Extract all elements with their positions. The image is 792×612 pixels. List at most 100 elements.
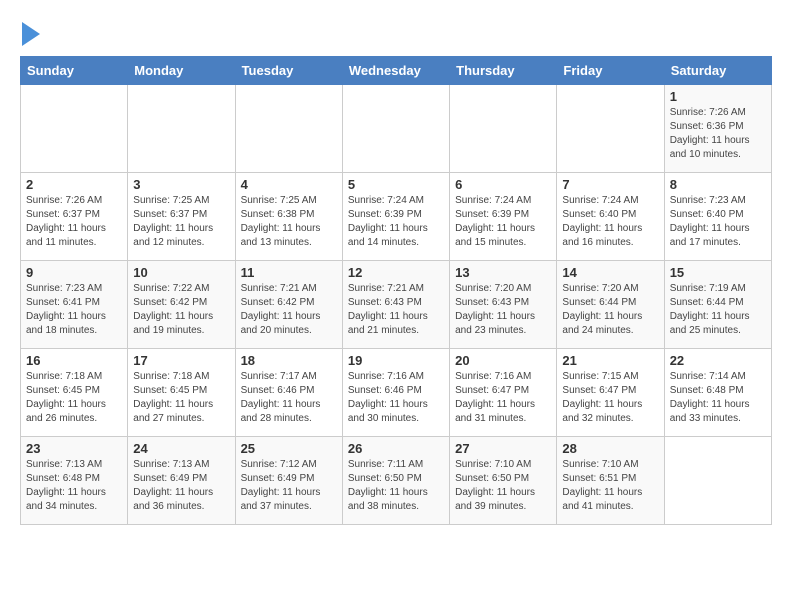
day-cell: 22 Sunrise: 7:14 AM Sunset: 6:48 PM Dayli… [664, 349, 771, 437]
weekday-header-wednesday: Wednesday [342, 57, 449, 85]
day-number: 26 [348, 441, 444, 456]
day-info: Sunrise: 7:20 AM Sunset: 6:44 PM Dayligh… [562, 282, 658, 338]
day-info: Sunrise: 7:17 AM Sunset: 6:46 PM Dayligh… [241, 370, 337, 426]
calendar-table: SundayMondayTuesdayWednesdayThursdayFrid… [20, 56, 772, 525]
day-number: 25 [241, 441, 337, 456]
day-cell [450, 85, 557, 173]
day-cell: 7 Sunrise: 7:24 AM Sunset: 6:40 PM Daylig… [557, 173, 664, 261]
day-info: Sunrise: 7:23 AM Sunset: 6:40 PM Dayligh… [670, 194, 766, 250]
weekday-header-friday: Friday [557, 57, 664, 85]
day-cell: 8 Sunrise: 7:23 AM Sunset: 6:40 PM Daylig… [664, 173, 771, 261]
day-number: 27 [455, 441, 551, 456]
day-cell: 17 Sunrise: 7:18 AM Sunset: 6:45 PM Dayli… [128, 349, 235, 437]
day-number: 14 [562, 265, 658, 280]
logo-arrow-icon [22, 22, 40, 46]
day-cell: 14 Sunrise: 7:20 AM Sunset: 6:44 PM Dayli… [557, 261, 664, 349]
day-number: 4 [241, 177, 337, 192]
day-cell: 15Sunrise: 7:19 AM Sunset: 6:44 PM Dayli… [664, 261, 771, 349]
day-number: 28 [562, 441, 658, 456]
day-number: 17 [133, 353, 229, 368]
day-cell [557, 85, 664, 173]
day-cell: 28 Sunrise: 7:10 AM Sunset: 6:51 PM Dayli… [557, 437, 664, 525]
day-number: 20 [455, 353, 551, 368]
weekday-header-saturday: Saturday [664, 57, 771, 85]
day-info: Sunrise: 7:18 AM Sunset: 6:45 PM Dayligh… [133, 370, 229, 426]
day-info: Sunrise: 7:20 AM Sunset: 6:43 PM Dayligh… [455, 282, 551, 338]
day-number: 23 [26, 441, 122, 456]
day-cell: 21 Sunrise: 7:15 AM Sunset: 6:47 PM Dayli… [557, 349, 664, 437]
weekday-header-thursday: Thursday [450, 57, 557, 85]
day-info: Sunrise: 7:24 AM Sunset: 6:39 PM Dayligh… [348, 194, 444, 250]
day-cell: 6 Sunrise: 7:24 AM Sunset: 6:39 PM Daylig… [450, 173, 557, 261]
day-cell: 4 Sunrise: 7:25 AM Sunset: 6:38 PM Daylig… [235, 173, 342, 261]
day-info: Sunrise: 7:26 AM Sunset: 6:36 PM Dayligh… [670, 106, 766, 162]
day-cell: 18Sunrise: 7:17 AM Sunset: 6:46 PM Dayli… [235, 349, 342, 437]
day-cell: 26 Sunrise: 7:11 AM Sunset: 6:50 PM Dayli… [342, 437, 449, 525]
day-info: Sunrise: 7:25 AM Sunset: 6:38 PM Dayligh… [241, 194, 337, 250]
day-cell: 3 Sunrise: 7:25 AM Sunset: 6:37 PM Daylig… [128, 173, 235, 261]
day-cell: 23 Sunrise: 7:13 AM Sunset: 6:48 PM Dayli… [21, 437, 128, 525]
day-info: Sunrise: 7:25 AM Sunset: 6:37 PM Dayligh… [133, 194, 229, 250]
page-header [20, 20, 772, 46]
week-row-3: 9Sunrise: 7:23 AM Sunset: 6:41 PM Daylig… [21, 261, 772, 349]
week-row-4: 16 Sunrise: 7:18 AM Sunset: 6:45 PM Dayli… [21, 349, 772, 437]
day-info: Sunrise: 7:11 AM Sunset: 6:50 PM Dayligh… [348, 458, 444, 514]
day-cell [21, 85, 128, 173]
day-info: Sunrise: 7:13 AM Sunset: 6:49 PM Dayligh… [133, 458, 229, 514]
day-info: Sunrise: 7:10 AM Sunset: 6:51 PM Dayligh… [562, 458, 658, 514]
day-info: Sunrise: 7:24 AM Sunset: 6:40 PM Dayligh… [562, 194, 658, 250]
day-number: 5 [348, 177, 444, 192]
day-info: Sunrise: 7:22 AM Sunset: 6:42 PM Dayligh… [133, 282, 229, 338]
day-number: 8 [670, 177, 766, 192]
day-number: 12 [348, 265, 444, 280]
day-cell: 11 Sunrise: 7:21 AM Sunset: 6:42 PM Dayli… [235, 261, 342, 349]
day-number: 11 [241, 265, 337, 280]
day-cell [664, 437, 771, 525]
day-cell [235, 85, 342, 173]
day-number: 19 [348, 353, 444, 368]
day-info: Sunrise: 7:16 AM Sunset: 6:46 PM Dayligh… [348, 370, 444, 426]
day-info: Sunrise: 7:12 AM Sunset: 6:49 PM Dayligh… [241, 458, 337, 514]
day-cell: 19 Sunrise: 7:16 AM Sunset: 6:46 PM Dayli… [342, 349, 449, 437]
day-number: 22 [670, 353, 766, 368]
day-number: 15 [670, 265, 766, 280]
day-number: 1 [670, 89, 766, 104]
day-number: 24 [133, 441, 229, 456]
day-cell: 27 Sunrise: 7:10 AM Sunset: 6:50 PM Dayli… [450, 437, 557, 525]
day-info: Sunrise: 7:26 AM Sunset: 6:37 PM Dayligh… [26, 194, 122, 250]
day-info: Sunrise: 7:24 AM Sunset: 6:39 PM Dayligh… [455, 194, 551, 250]
day-info: Sunrise: 7:16 AM Sunset: 6:47 PM Dayligh… [455, 370, 551, 426]
day-info: Sunrise: 7:18 AM Sunset: 6:45 PM Dayligh… [26, 370, 122, 426]
logo [20, 20, 40, 46]
week-row-5: 23 Sunrise: 7:13 AM Sunset: 6:48 PM Dayli… [21, 437, 772, 525]
weekday-header-sunday: Sunday [21, 57, 128, 85]
day-number: 10 [133, 265, 229, 280]
day-cell: 13 Sunrise: 7:20 AM Sunset: 6:43 PM Dayli… [450, 261, 557, 349]
day-cell: 2 Sunrise: 7:26 AM Sunset: 6:37 PM Daylig… [21, 173, 128, 261]
day-info: Sunrise: 7:14 AM Sunset: 6:48 PM Dayligh… [670, 370, 766, 426]
day-cell: 24 Sunrise: 7:13 AM Sunset: 6:49 PM Dayli… [128, 437, 235, 525]
day-number: 9 [26, 265, 122, 280]
day-cell: 25 Sunrise: 7:12 AM Sunset: 6:49 PM Dayli… [235, 437, 342, 525]
day-cell: 10 Sunrise: 7:22 AM Sunset: 6:42 PM Dayli… [128, 261, 235, 349]
day-info: Sunrise: 7:13 AM Sunset: 6:48 PM Dayligh… [26, 458, 122, 514]
day-number: 6 [455, 177, 551, 192]
day-cell: 9Sunrise: 7:23 AM Sunset: 6:41 PM Daylig… [21, 261, 128, 349]
day-number: 13 [455, 265, 551, 280]
day-number: 7 [562, 177, 658, 192]
day-cell: 16 Sunrise: 7:18 AM Sunset: 6:45 PM Dayli… [21, 349, 128, 437]
day-info: Sunrise: 7:15 AM Sunset: 6:47 PM Dayligh… [562, 370, 658, 426]
day-cell: 20 Sunrise: 7:16 AM Sunset: 6:47 PM Dayli… [450, 349, 557, 437]
day-info: Sunrise: 7:21 AM Sunset: 6:43 PM Dayligh… [348, 282, 444, 338]
day-cell [342, 85, 449, 173]
day-number: 2 [26, 177, 122, 192]
day-number: 21 [562, 353, 658, 368]
day-info: Sunrise: 7:10 AM Sunset: 6:50 PM Dayligh… [455, 458, 551, 514]
day-cell [128, 85, 235, 173]
day-number: 3 [133, 177, 229, 192]
day-cell: 1 Sunrise: 7:26 AM Sunset: 6:36 PM Daylig… [664, 85, 771, 173]
day-info: Sunrise: 7:21 AM Sunset: 6:42 PM Dayligh… [241, 282, 337, 338]
week-row-2: 2 Sunrise: 7:26 AM Sunset: 6:37 PM Daylig… [21, 173, 772, 261]
day-number: 16 [26, 353, 122, 368]
weekday-header-tuesday: Tuesday [235, 57, 342, 85]
